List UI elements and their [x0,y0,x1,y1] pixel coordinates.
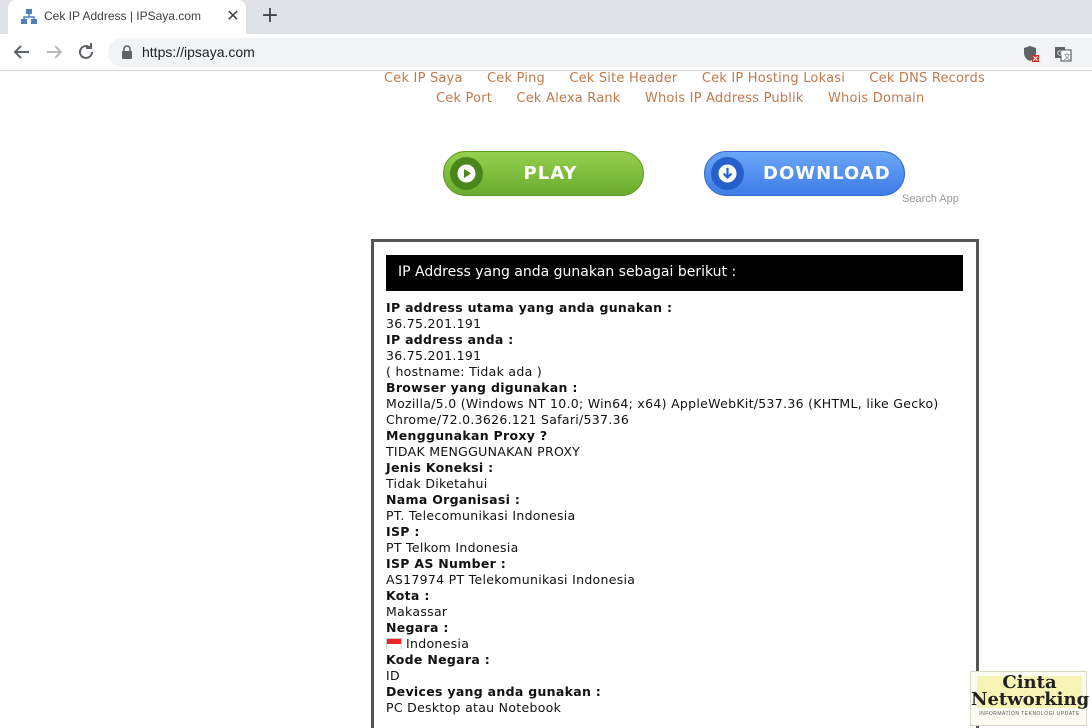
field-value-with-flag: Indonesia [386,636,966,652]
field-ip-anda: IP address anda : 36.75.201.191 ( hostna… [386,332,966,380]
tab-strip: Cek IP Address | IPSaya.com ✕ + [0,0,1092,34]
nav-row-1: Cek IP Saya Cek Ping Cek Site Header Cek… [384,71,985,86]
play-button[interactable]: PLAY [443,151,644,196]
field-ip-utama: IP address utama yang anda gunakan : 36.… [386,300,966,332]
browser-toolbar: https://ipsaya.com G 文 [0,34,1092,71]
field-label: Kota : [386,588,430,603]
page-content: Cek IP Saya Cek Ping Cek Site Header Cek… [0,71,1092,728]
field-label: Menggunakan Proxy ? [386,428,548,443]
nav-link-cek-alexa-rank[interactable]: Cek Alexa Rank [516,91,620,106]
nav-link-cek-site-header[interactable]: Cek Site Header [569,71,677,86]
download-circle [711,157,744,190]
field-value: ID [386,668,400,683]
field-browser: Browser yang digunakan : Mozilla/5.0 (Wi… [386,380,966,428]
field-proxy: Menggunakan Proxy ? TIDAK MENGGUNAKAN PR… [386,428,966,460]
field-value: Makassar [386,604,448,619]
tab-close-icon[interactable]: ✕ [224,7,242,25]
field-value: PC Desktop atau Notebook [386,700,562,715]
field-isp: ISP : PT Telkom Indonesia [386,524,966,556]
field-organisasi: Nama Organisasi : PT. Telecomunikasi Ind… [386,492,966,524]
nav-row-2: Cek Port Cek Alexa Rank Whois IP Address… [436,91,924,106]
field-kode-negara: Kode Negara : ID [386,652,966,684]
address-bar[interactable]: https://ipsaya.com G 文 [108,38,1092,67]
back-arrow-icon[interactable] [10,40,34,64]
nav-link-cek-ip-hosting-lokasi[interactable]: Cek IP Hosting Lokasi [702,71,845,86]
nav-link-whois-domain[interactable]: Whois Domain [828,91,924,106]
ip-info-header: IP Address yang anda gunakan sebagai ber… [386,255,963,291]
field-label: Devices yang anda gunakan : [386,684,602,699]
lock-icon[interactable] [120,45,134,60]
new-tab-button[interactable]: + [258,5,282,29]
svg-text:G: G [1057,50,1062,58]
translate-icon[interactable]: G 文 [1054,45,1072,63]
forward-arrow-icon[interactable] [42,40,66,64]
url-text[interactable]: https://ipsaya.com [142,44,255,60]
field-value: Chrome/72.0.3626.121 Safari/537.36 [386,412,630,427]
field-kota: Kota : Makassar [386,588,966,620]
nav-link-cek-dns-records[interactable]: Cek DNS Records [869,71,985,86]
reload-icon[interactable] [74,40,98,64]
field-value: ( hostname: Tidak ada ) [386,364,543,379]
cinta-networking-watermark: Cinta Networking INFORMATION TEKNOLOGI U… [970,671,1090,726]
download-button[interactable]: DOWNLOAD [704,151,905,196]
field-devices: Devices yang anda gunakan : PC Desktop a… [386,684,966,716]
nav-link-cek-ping[interactable]: Cek Ping [487,71,545,86]
nav-link-cek-port[interactable]: Cek Port [436,91,492,106]
field-value: TIDAK MENGGUNAKAN PROXY [386,444,581,459]
download-arrow-icon [718,164,737,183]
field-label: Browser yang digunakan : [386,380,578,395]
nav-link-whois-ip-address-publik[interactable]: Whois IP Address Publik [645,91,804,106]
field-value: Tidak Diketahui [386,476,488,491]
search-app-text: Search App [902,193,959,205]
ip-info-fields: IP address utama yang anda gunakan : 36.… [386,300,966,716]
field-isp-as-number: ISP AS Number : AS17974 PT Telekomunikas… [386,556,966,588]
network-favicon-icon [21,9,37,24]
field-value: Mozilla/5.0 (Windows NT 10.0; Win64; x64… [386,396,939,411]
download-label: DOWNLOAD [763,163,891,184]
field-value: AS17974 PT Telekomunikasi Indonesia [386,572,636,587]
field-label: Kode Negara : [386,652,491,667]
svg-text:文: 文 [1064,52,1071,61]
field-label: IP address utama yang anda gunakan : [386,300,673,315]
field-jenis-koneksi: Jenis Koneksi : Tidak Diketahui [386,460,966,492]
field-value: PT. Telecomunikasi Indonesia [386,508,576,523]
browser-tab[interactable]: Cek IP Address | IPSaya.com ✕ [8,0,246,34]
field-value: 36.75.201.191 [386,316,482,331]
field-negara: Negara : Indonesia [386,620,966,652]
field-label: ISP : [386,524,420,539]
field-label: ISP AS Number : [386,556,507,571]
field-label: Jenis Koneksi : [386,460,494,475]
field-label: Negara : [386,620,449,635]
blocked-shield-icon[interactable] [1022,45,1040,63]
watermark-line2: Networking [971,689,1090,710]
field-value: PT Telkom Indonesia [386,540,519,555]
field-label: IP address anda : [386,332,514,347]
tab-title: Cek IP Address | IPSaya.com [44,9,201,23]
play-label: PLAY [523,163,578,184]
field-label: Nama Organisasi : [386,492,521,507]
ip-info-box: IP Address yang anda gunakan sebagai ber… [371,239,979,728]
nav-link-cek-ip-saya[interactable]: Cek IP Saya [384,71,463,86]
field-value: 36.75.201.191 [386,348,482,363]
indonesia-flag-icon [386,638,402,649]
watermark-tagline: INFORMATION TEKNOLOGI UPDATE [979,711,1080,717]
ip-info-header-text: IP Address yang anda gunakan sebagai ber… [398,264,737,280]
field-value: Indonesia [406,636,470,651]
